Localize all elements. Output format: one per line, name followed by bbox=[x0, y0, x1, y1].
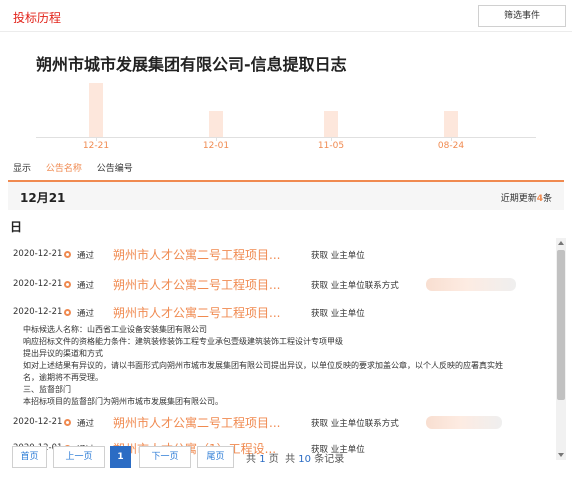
row-status: 通过 bbox=[77, 419, 95, 429]
date-header-date: 12月21 bbox=[20, 191, 66, 205]
tab-display[interactable]: 显示 bbox=[13, 161, 31, 174]
redacted-contact bbox=[426, 416, 502, 429]
list-scrollbar[interactable] bbox=[556, 238, 566, 460]
timeline-label[interactable]: 11-05 bbox=[301, 141, 361, 151]
row-date: 2020-12-21 bbox=[13, 249, 63, 259]
status-dot-icon bbox=[64, 281, 71, 288]
row-action: 获取 业主单位 bbox=[311, 309, 365, 319]
detail-line: 名，逾期将不再受理。 bbox=[23, 373, 103, 382]
prev-page-button[interactable]: 上一页 bbox=[53, 446, 105, 468]
column-tabs: 显示 公告名称 公告编号 bbox=[13, 161, 145, 174]
total-records-prefix: 共 bbox=[285, 454, 296, 465]
tab-notice-name[interactable]: 公告名称 bbox=[46, 161, 82, 174]
redacted-contact bbox=[426, 278, 516, 291]
next-page-button[interactable]: 下一页 bbox=[139, 446, 191, 468]
detail-line: 如对上述结果有异议的，请以书面形式向朔州市城市发展集团有限公司提出异议，以单位反… bbox=[23, 361, 503, 370]
row-date: 2020-12-21 bbox=[13, 307, 63, 317]
recent-updates: 近期更新4条 bbox=[501, 191, 552, 204]
timeline-label[interactable]: 12-21 bbox=[66, 141, 126, 151]
row-project-title-link[interactable]: 朔州市人才公寓二号工程项目... bbox=[113, 414, 280, 431]
first-page-button[interactable]: 首页 bbox=[12, 446, 47, 468]
total-pages-suffix: 页 bbox=[268, 454, 279, 465]
date-header: 12月21 近期更新4条 bbox=[8, 180, 564, 210]
scrollbar-thumb[interactable] bbox=[557, 250, 565, 400]
total-pages-prefix: 共 bbox=[246, 454, 256, 465]
row-action: 获取 业主单位联系方式 bbox=[311, 419, 399, 429]
timeline-axis bbox=[36, 137, 536, 138]
row-project-title-link[interactable]: 朔州市人才公寓二号工程项目... bbox=[113, 246, 280, 263]
page-summary: 共 1 页 共 10 条记录 bbox=[246, 450, 344, 465]
scroll-down-arrow-icon[interactable] bbox=[558, 453, 564, 457]
total-records: 10 bbox=[298, 454, 312, 465]
timeline-bar-1201[interactable] bbox=[209, 111, 223, 137]
list-item: 2020-12-21 通过 朔州市人才公寓二号工程项目... 获取 业主单位联系… bbox=[0, 270, 556, 300]
recent-updates-suffix: 条 bbox=[542, 194, 552, 204]
row-project-title-link[interactable]: 朔州市人才公寓二号工程项目... bbox=[113, 304, 280, 321]
timeline-bar-1221[interactable] bbox=[89, 83, 103, 137]
row-status: 通过 bbox=[77, 309, 95, 319]
page-title: 朔州市城市发展集团有限公司-信息提取日志 bbox=[36, 55, 347, 74]
timeline-bar-1105[interactable] bbox=[324, 111, 338, 137]
section-title: 投标历程 bbox=[13, 11, 62, 25]
list-item: 2020-12-21 通过 朔州市人才公寓二号工程项目... 获取 业主单位 bbox=[0, 240, 556, 270]
log-list: 2020-12-21 通过 朔州市人才公寓二号工程项目... 获取 业主单位 2… bbox=[0, 238, 556, 460]
timeline-label[interactable]: 12-01 bbox=[186, 141, 246, 151]
row-action: 获取 业主单位联系方式 bbox=[311, 281, 399, 291]
timeline-label[interactable]: 08-24 bbox=[421, 141, 481, 151]
timeline-bar-0824[interactable] bbox=[444, 111, 458, 137]
day-label: 日 bbox=[10, 220, 23, 234]
detail-line: 三、监督部门 bbox=[23, 385, 71, 394]
row-date: 2020-12-21 bbox=[13, 279, 63, 289]
row-date: 2020-12-21 bbox=[13, 417, 63, 427]
row-detail-text: 中标候选人名称：山西省工业设备安装集团有限公司 响应招标文件的资格能力条件：建筑… bbox=[23, 324, 543, 408]
row-status: 通过 bbox=[77, 281, 95, 291]
total-pages: 1 bbox=[259, 454, 266, 465]
timeline-chart: 12-21 12-01 11-05 08-24 bbox=[36, 80, 536, 153]
row-status: 通过 bbox=[77, 251, 95, 261]
filter-events-button[interactable]: 筛选事件 bbox=[478, 5, 566, 27]
tab-notice-number[interactable]: 公告编号 bbox=[97, 161, 133, 174]
detail-line: 中标候选人名称：山西省工业设备安装集团有限公司 bbox=[23, 325, 207, 334]
page-1-button[interactable]: 1 bbox=[110, 446, 131, 468]
total-records-suffix: 条记录 bbox=[314, 454, 345, 465]
last-page-button[interactable]: 尾页 bbox=[197, 446, 234, 468]
scroll-up-arrow-icon[interactable] bbox=[558, 241, 564, 245]
status-dot-icon bbox=[64, 251, 71, 258]
row-project-title-link[interactable]: 朔州市人才公寓二号工程项目... bbox=[113, 276, 280, 293]
top-bar: 投标历程 筛选事件 bbox=[0, 0, 572, 32]
detail-line: 提出异议的渠道和方式 bbox=[23, 349, 103, 358]
recent-updates-label: 近期更新 bbox=[500, 194, 537, 204]
status-dot-icon bbox=[64, 309, 71, 316]
status-dot-icon bbox=[64, 419, 71, 426]
detail-line: 响应招标文件的资格能力条件：建筑装修装饰工程专业承包壹级建筑装饰工程设计专项甲级 bbox=[23, 337, 343, 346]
row-action: 获取 业主单位 bbox=[311, 251, 365, 261]
detail-line: 本招标项目的监督部门为朔州市城市发展集团有限公司。 bbox=[23, 397, 223, 406]
